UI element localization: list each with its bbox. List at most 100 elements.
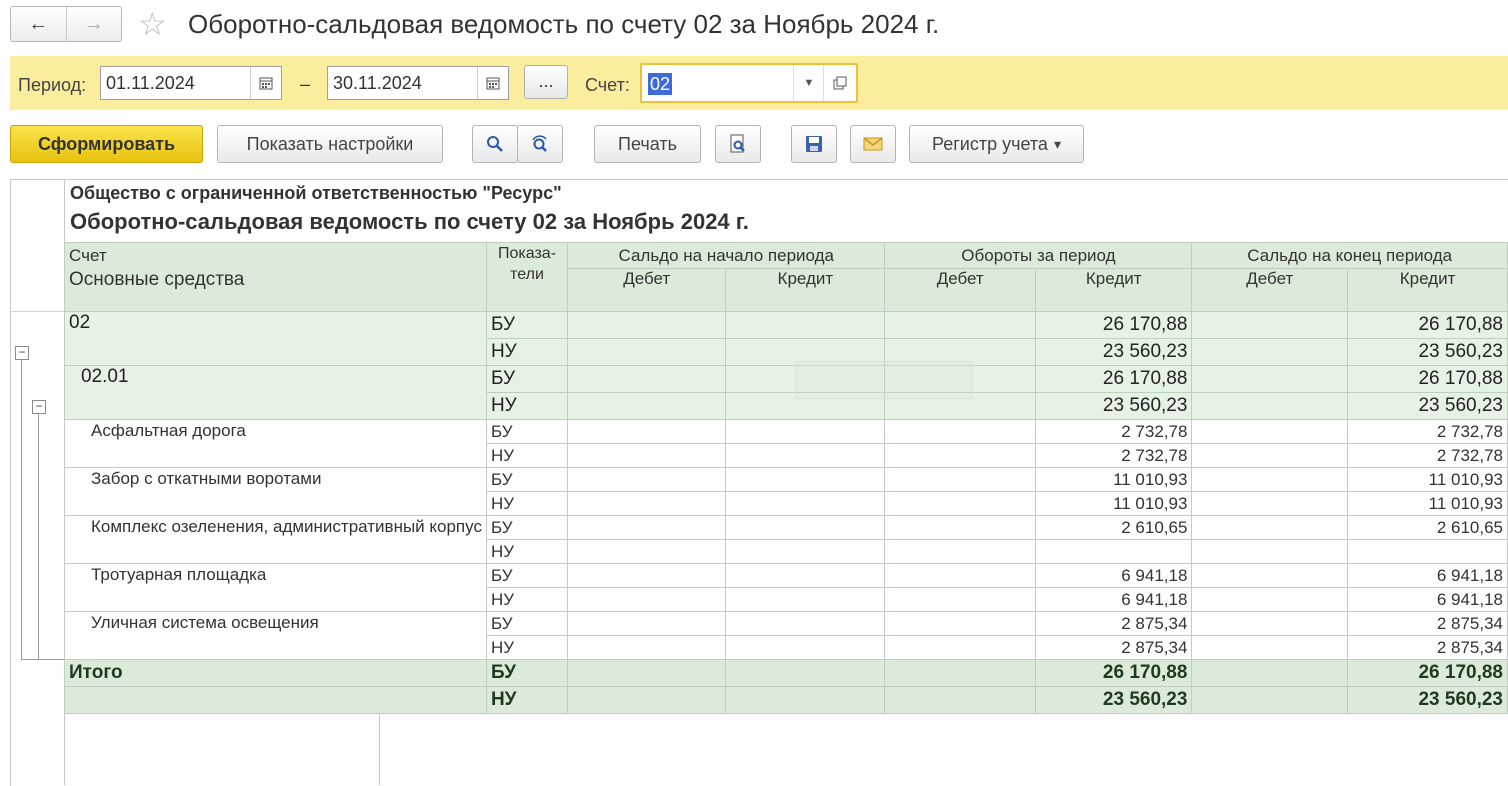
empty-cell <box>1191 491 1349 516</box>
indicator-bu: БУ <box>485 515 569 540</box>
save-button[interactable] <box>791 125 837 163</box>
indicator-nu: НУ <box>485 443 569 468</box>
preview-button[interactable] <box>715 125 761 163</box>
open-icon[interactable] <box>823 65 856 101</box>
print-button[interactable]: Печать <box>594 125 701 163</box>
empty-cell <box>1191 467 1349 492</box>
closing-credit-bu[interactable]: 26 170,88 <box>1347 365 1508 393</box>
account-value: 02 <box>648 73 673 95</box>
row-name[interactable]: 02 <box>64 311 487 366</box>
empty-cell <box>567 392 727 420</box>
empty-cell <box>725 515 886 540</box>
indicator-bu: БУ <box>485 611 569 636</box>
closing-credit-nu[interactable]: 11 010,93 <box>1347 491 1508 516</box>
empty-cell <box>567 587 727 612</box>
turnover-credit-nu[interactable]: 23 560,23 <box>1034 392 1193 420</box>
report-title: Оборотно-сальдовая ведомость по счету 02… <box>70 209 749 234</box>
save-icon <box>806 136 822 152</box>
closing-credit-bu[interactable]: 6 941,18 <box>1347 563 1508 588</box>
forward-arrow-icon[interactable]: → <box>65 7 122 41</box>
closing-credit-nu[interactable]: 2 875,34 <box>1347 635 1508 660</box>
send-email-button[interactable] <box>850 125 896 163</box>
calendar-icon[interactable] <box>250 67 281 99</box>
turnover-credit-bu[interactable]: 26 170,88 <box>1034 311 1193 339</box>
empty-cell <box>1191 443 1349 468</box>
find-next-button[interactable] <box>517 125 563 163</box>
empty-cell <box>1191 338 1349 366</box>
closing-credit-bu[interactable]: 2 875,34 <box>1347 611 1508 636</box>
header-credit: Кредит <box>1347 268 1508 312</box>
period-start-value: 01.11.2024 <box>106 73 195 93</box>
row-name[interactable]: Асфальтная дорога <box>64 419 487 468</box>
empty-cell <box>1191 563 1349 588</box>
empty-cell <box>567 635 727 660</box>
empty-cell <box>567 491 727 516</box>
closing-credit-nu[interactable]: 2 732,78 <box>1347 443 1508 468</box>
closing-credit-bu[interactable]: 11 010,93 <box>1347 467 1508 492</box>
closing-credit-bu[interactable]: 2 732,78 <box>1347 419 1508 444</box>
closing-credit-bu[interactable]: 26 170,88 <box>1347 311 1508 339</box>
account-field[interactable]: 02 ▼ <box>640 63 858 103</box>
back-arrow-icon[interactable]: ← <box>11 7 66 41</box>
turnover-credit-nu[interactable]: 6 941,18 <box>1034 587 1193 612</box>
empty-cell <box>567 467 727 492</box>
indicator-bu: БУ <box>485 563 569 588</box>
turnover-credit-nu[interactable] <box>1034 539 1193 564</box>
calendar-icon[interactable] <box>477 67 508 99</box>
period-end-field[interactable]: 30.11.2024 <box>327 66 509 100</box>
total-label: Итого <box>64 659 487 687</box>
turnover-credit-bu[interactable]: 2 732,78 <box>1034 419 1193 444</box>
generate-button[interactable]: Сформировать <box>10 125 203 163</box>
row-name[interactable]: Тротуарная площадка <box>64 563 487 612</box>
title-bar: ← → ☆ Оборотно-сальдовая ведомость по сч… <box>0 0 1508 50</box>
turnover-credit-nu[interactable]: 11 010,93 <box>1034 491 1193 516</box>
collapse-icon[interactable]: − <box>32 400 46 414</box>
empty-cell <box>567 419 727 444</box>
period-label: Период: <box>18 75 87 95</box>
turnover-credit-bu[interactable]: 2 875,34 <box>1034 611 1193 636</box>
search-button[interactable] <box>472 125 518 163</box>
empty-cell <box>1191 311 1349 339</box>
empty-cell <box>1191 611 1349 636</box>
turnover-credit-bu[interactable]: 6 941,18 <box>1034 563 1193 588</box>
dropdown-arrow-icon[interactable]: ▼ <box>793 65 824 101</box>
empty-cell <box>884 611 1036 636</box>
show-settings-button[interactable]: Показать настройки <box>217 125 443 163</box>
header-credit: Кредит <box>725 268 886 312</box>
row-name[interactable]: Уличная система освещения <box>64 611 487 660</box>
register-menu-button[interactable]: Регистр учета ▾ <box>909 125 1084 163</box>
row-name[interactable]: Забор с откатными воротами <box>64 467 487 516</box>
turnover-credit-bu[interactable]: 26 170,88 <box>1034 365 1193 393</box>
turnover-credit-nu[interactable]: 2 732,78 <box>1034 443 1193 468</box>
period-start-field[interactable]: 01.11.2024 <box>100 66 282 100</box>
indicator-nu: НУ <box>485 539 569 564</box>
empty-cell <box>884 635 1036 660</box>
empty-cell <box>884 443 1036 468</box>
closing-credit-nu[interactable]: 23 560,23 <box>1347 392 1508 420</box>
total-closing-credit-bu: 26 170,88 <box>1347 659 1508 687</box>
header-credit: Кредит <box>1034 268 1193 312</box>
period-select-button[interactable]: ... <box>524 65 568 99</box>
empty-cell <box>884 539 1036 564</box>
turnover-credit-bu[interactable]: 2 610,65 <box>1034 515 1193 540</box>
indicator-nu: НУ <box>485 392 569 420</box>
indicator-nu: НУ <box>485 491 569 516</box>
total-closing-credit-nu: 23 560,23 <box>1347 686 1508 714</box>
turnover-credit-nu[interactable]: 2 875,34 <box>1034 635 1193 660</box>
empty-cell <box>567 338 727 366</box>
closing-credit-bu[interactable]: 2 610,65 <box>1347 515 1508 540</box>
selection-highlight <box>795 361 973 399</box>
turnover-credit-nu[interactable]: 23 560,23 <box>1034 338 1193 366</box>
favorite-star-icon[interactable]: ☆ <box>138 6 167 42</box>
parameters-bar: Период: 01.11.2024 – 30.11.2024 ... Счет… <box>10 56 1508 110</box>
closing-credit-nu[interactable] <box>1347 539 1508 564</box>
closing-credit-nu[interactable]: 23 560,23 <box>1347 338 1508 366</box>
tree-line <box>21 659 65 660</box>
closing-credit-nu[interactable]: 6 941,18 <box>1347 587 1508 612</box>
turnover-credit-bu[interactable]: 11 010,93 <box>1034 467 1193 492</box>
collapse-icon[interactable]: − <box>15 346 29 360</box>
empty-cell <box>884 467 1036 492</box>
row-name[interactable]: Комплекс озеленения, административный ко… <box>64 515 487 564</box>
indicator-bu: БУ <box>485 311 569 339</box>
row-name[interactable]: 02.01 <box>64 365 487 420</box>
